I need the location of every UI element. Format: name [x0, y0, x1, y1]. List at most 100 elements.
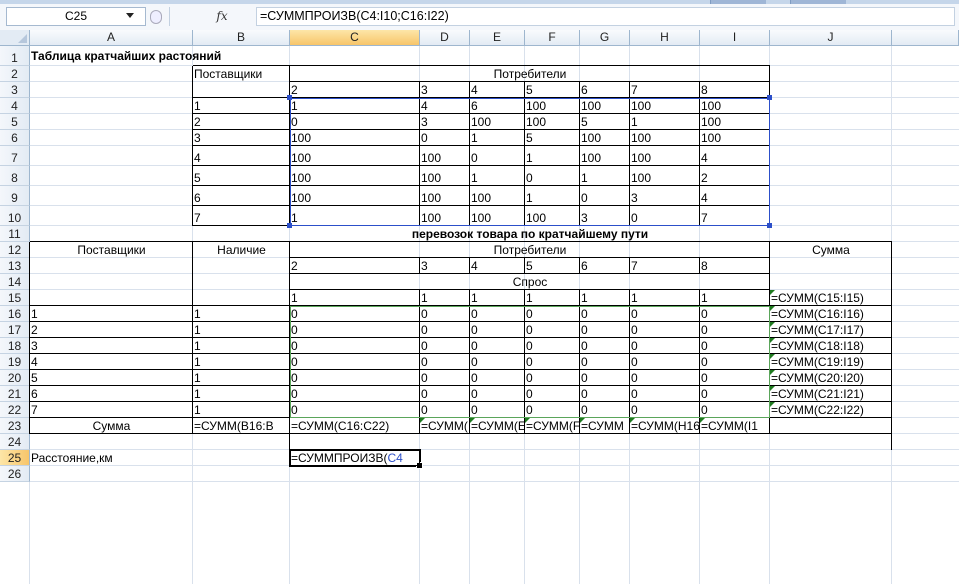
cell-d13[interactable]: 3 [420, 260, 470, 274]
select-all-button[interactable] [0, 30, 30, 46]
column-header-a[interactable]: A [30, 30, 193, 46]
cell-h3[interactable]: 7 [630, 84, 700, 98]
cell-j19[interactable]: =СУММ(C19:I19) [770, 356, 892, 370]
cell-i23[interactable]: =СУММ(I1 [700, 420, 770, 434]
row-header-4[interactable]: 4 [0, 98, 30, 114]
row-header-25[interactable]: 25 [0, 450, 30, 466]
cell-c3[interactable]: 2 [290, 84, 420, 98]
column-header-g[interactable]: G [580, 30, 630, 46]
row-header-26[interactable]: 26 [0, 466, 30, 482]
cell-j15[interactable]: =СУММ(C15:I15) [770, 292, 892, 306]
cell-c12[interactable]: Потребители [290, 244, 770, 258]
cell-e15[interactable]: 1 [470, 292, 525, 306]
cell-e13[interactable]: 4 [470, 260, 525, 274]
spreadsheet-grid[interactable]: A B C D E F G H I J 1 2 3 4 5 6 7 8 9 10 11 12 13 14 15 16 17 18 19 2… [0, 30, 959, 584]
insert-function-button[interactable]: fx [192, 7, 252, 26]
cell-i3[interactable]: 8 [700, 84, 770, 98]
column-header-d[interactable]: D [420, 30, 470, 46]
row-header-24[interactable]: 24 [0, 434, 30, 450]
cell-g15[interactable]: 1 [580, 292, 630, 306]
row-header-14[interactable]: 14 [0, 274, 30, 290]
cell-b12[interactable]: Наличие [193, 244, 290, 258]
cell-j18[interactable]: =СУММ(C18:I18) [770, 340, 892, 354]
cell-d23[interactable]: =СУММ( [420, 420, 470, 434]
row-header-3[interactable]: 3 [0, 82, 30, 98]
cell-b20[interactable]: 1 [193, 372, 290, 386]
cell-b21[interactable]: 1 [193, 388, 290, 402]
row-header-9[interactable]: 9 [0, 186, 30, 206]
column-header-h[interactable]: H [630, 30, 700, 46]
cell-h23[interactable]: =СУММ(H16 [630, 420, 700, 434]
cell-a25[interactable]: Расстояние,км [30, 452, 193, 466]
cell-b16[interactable]: 1 [193, 308, 290, 322]
cell-b5[interactable]: 2 [193, 116, 290, 130]
row-header-19[interactable]: 19 [0, 354, 30, 370]
cell-c14[interactable]: Спрос [290, 276, 770, 290]
cell-c2[interactable]: Потребители [290, 68, 770, 82]
cell-b22[interactable]: 1 [193, 404, 290, 418]
cell-b4[interactable]: 1 [193, 100, 290, 114]
row-header-23[interactable]: 23 [0, 418, 30, 434]
row-header-2[interactable]: 2 [0, 66, 30, 82]
cell-h13[interactable]: 7 [630, 260, 700, 274]
range-handle[interactable] [767, 95, 772, 100]
cell-e3[interactable]: 4 [470, 84, 525, 98]
cell-j17[interactable]: =СУММ(C17:I17) [770, 324, 892, 338]
cell-i15[interactable]: 1 [700, 292, 770, 306]
row-header-20[interactable]: 20 [0, 370, 30, 386]
cell-b18[interactable]: 1 [193, 340, 290, 354]
cell-a19[interactable]: 4 [30, 356, 193, 370]
row-header-8[interactable]: 8 [0, 166, 30, 186]
column-header-i[interactable]: I [700, 30, 770, 46]
cell-b17[interactable]: 1 [193, 324, 290, 338]
range-handle[interactable] [767, 223, 772, 228]
row-header-7[interactable]: 7 [0, 146, 30, 166]
row-header-17[interactable]: 17 [0, 322, 30, 338]
name-box[interactable]: C25 [6, 7, 146, 26]
cell-b23[interactable]: =СУММ(B16:B [193, 420, 290, 434]
cell-a17[interactable]: 2 [30, 324, 193, 338]
cell-f15[interactable]: 1 [525, 292, 580, 306]
cell-c11[interactable]: перевозок товара по кратчайшему пути [290, 228, 770, 242]
cell-f3[interactable]: 5 [525, 84, 580, 98]
cell-b2[interactable]: Поставщики [193, 68, 290, 82]
cell-d3[interactable]: 3 [420, 84, 470, 98]
column-header-e[interactable]: E [470, 30, 525, 46]
row-header-18[interactable]: 18 [0, 338, 30, 354]
column-header-j[interactable]: J [770, 30, 892, 46]
row-header-10[interactable]: 10 [0, 206, 30, 226]
cell-a16[interactable]: 1 [30, 308, 193, 322]
cell-j21[interactable]: =СУММ(C21:I21) [770, 388, 892, 402]
cell-j20[interactable]: =СУММ(C20:I20) [770, 372, 892, 386]
cell-j22[interactable]: =СУММ(C22:I22) [770, 404, 892, 418]
row-header-21[interactable]: 21 [0, 386, 30, 402]
cell-g13[interactable]: 6 [580, 260, 630, 274]
column-header-f[interactable]: F [525, 30, 580, 46]
cell-a1[interactable]: Таблица кратчайших растояний [30, 50, 420, 64]
cell-f13[interactable]: 5 [525, 260, 580, 274]
cell-h15[interactable]: 1 [630, 292, 700, 306]
row-header-6[interactable]: 6 [0, 130, 30, 146]
cell-b6[interactable]: 3 [193, 132, 290, 146]
column-header-c[interactable]: C [290, 30, 420, 46]
range-handle[interactable] [287, 223, 292, 228]
cell-a21[interactable]: 6 [30, 388, 193, 402]
cell-c15[interactable]: 1 [290, 292, 420, 306]
cell-b19[interactable]: 1 [193, 356, 290, 370]
row-header-22[interactable]: 22 [0, 402, 30, 418]
cell-d15[interactable]: 1 [420, 292, 470, 306]
row-header-16[interactable]: 16 [0, 306, 30, 322]
row-header-5[interactable]: 5 [0, 114, 30, 130]
cell-b7[interactable]: 4 [193, 152, 290, 166]
cell-b8[interactable]: 5 [193, 172, 290, 186]
formula-input[interactable]: =СУММПРОИЗВ(C4:I10;C16:I22) [256, 7, 955, 26]
cell-a22[interactable]: 7 [30, 404, 193, 418]
cell-c13[interactable]: 2 [290, 260, 420, 274]
row-header-1[interactable]: 1 [0, 46, 30, 66]
row-header-12[interactable]: 12 [0, 242, 30, 258]
name-box-dropdown-icon[interactable] [126, 13, 134, 18]
cell-e23[interactable]: =СУММ(E1 [470, 420, 525, 434]
cell-a20[interactable]: 5 [30, 372, 193, 386]
cell-i13[interactable]: 8 [700, 260, 770, 274]
cell-c23[interactable]: =СУММ(C16:C22) [290, 420, 420, 434]
